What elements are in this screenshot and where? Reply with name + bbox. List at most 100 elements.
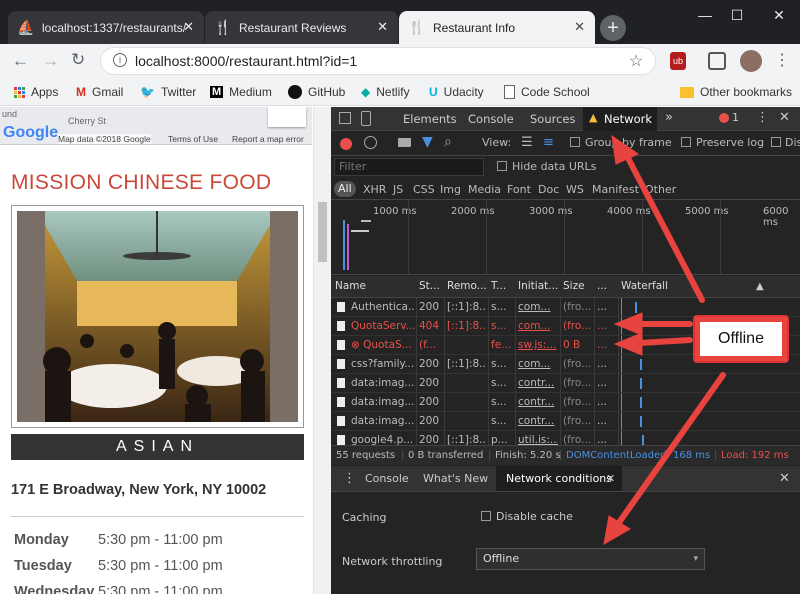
filter-xhr[interactable]: XHR xyxy=(363,183,386,196)
devtools-menu-icon[interactable]: ⋮ xyxy=(756,110,769,125)
column-waterfall[interactable]: Waterfall xyxy=(621,276,668,297)
bookmark-medium[interactable]: M Medium xyxy=(210,82,272,102)
request-initiator[interactable]: contr... xyxy=(518,374,558,392)
column-name[interactable]: Name xyxy=(335,276,366,297)
table-row[interactable]: data:imag... 200 s... contr... (fro...... xyxy=(331,412,800,431)
new-tab-button[interactable]: + xyxy=(600,15,626,41)
tab-sources[interactable]: Sources xyxy=(524,107,582,131)
filter-ws[interactable]: WS xyxy=(566,183,584,196)
other-bookmarks[interactable]: Other bookmarks xyxy=(680,82,792,102)
filter-all[interactable]: All xyxy=(334,181,356,197)
menu-icon[interactable]: ⋮ xyxy=(774,50,790,70)
close-icon[interactable]: ✕ xyxy=(377,19,388,35)
more-tabs-icon[interactable]: » xyxy=(665,110,673,125)
waterfall-view-icon[interactable]: ≡ xyxy=(543,135,554,150)
extension-icon[interactable] xyxy=(708,52,726,70)
filter-media[interactable]: Media xyxy=(468,183,501,196)
drawer-tab-whats-new[interactable]: What's New xyxy=(423,466,488,491)
filter-js[interactable]: JS xyxy=(393,183,403,196)
map-terms-link[interactable]: Terms of Use xyxy=(168,134,218,144)
search-icon[interactable]: ⌕ xyxy=(444,134,452,150)
tab-elements[interactable]: Elements xyxy=(397,107,463,131)
star-icon[interactable]: ☆ xyxy=(629,51,643,71)
close-icon[interactable]: ✕ xyxy=(183,19,194,35)
reload-icon[interactable]: ↻ xyxy=(71,50,85,70)
bookmark-udacity[interactable]: U Udacity xyxy=(429,82,484,102)
camera-icon[interactable] xyxy=(398,138,411,147)
request-initiator[interactable]: com... xyxy=(518,317,558,335)
request-initiator[interactable]: sw.js:... xyxy=(518,336,558,354)
tab-network[interactable]: ▲ Network xyxy=(583,107,657,131)
table-row[interactable]: data:imag... 200 s... contr... (fro...... xyxy=(331,393,800,412)
bookmark-code-school[interactable]: Code School xyxy=(504,82,590,102)
close-icon[interactable]: ✕ xyxy=(779,110,790,125)
bookmark-apps[interactable]: Apps xyxy=(14,82,58,102)
filter-manifest[interactable]: Manifest xyxy=(592,183,639,196)
drawer-tab-console[interactable]: Console xyxy=(365,466,409,491)
bookmark-github[interactable]: GitHub xyxy=(288,82,345,102)
timeline-tick: 6000 ms xyxy=(763,206,789,228)
forward-icon[interactable]: → xyxy=(42,51,59,71)
map[interactable]: und Cherry St Google Map data ©2018 Goog… xyxy=(0,107,312,145)
back-icon[interactable]: ← xyxy=(12,51,29,71)
error-icon[interactable] xyxy=(719,113,729,123)
address-bar[interactable]: i localhost:8000/restaurant.html?id=1 ☆ xyxy=(100,47,656,75)
column-type[interactable]: T... xyxy=(491,276,506,297)
filter-img[interactable]: Img xyxy=(440,183,461,196)
bookmark-twitter[interactable]: 🐦 Twitter xyxy=(140,82,196,102)
maximize-button[interactable]: ☐ xyxy=(722,4,752,26)
column-more[interactable]: ... xyxy=(597,276,607,297)
device-toolbar-icon[interactable] xyxy=(361,111,371,126)
info-icon[interactable]: i xyxy=(113,53,127,67)
filter-icon[interactable]: ▼ xyxy=(422,134,433,150)
request-initiator[interactable]: util.is:... xyxy=(518,431,558,445)
disable-cache-checkbox[interactable] xyxy=(771,137,781,147)
map-report-link[interactable]: Report a map error xyxy=(232,134,304,144)
filter-css[interactable]: CSS xyxy=(413,183,435,196)
map-zoom-control[interactable] xyxy=(268,107,306,127)
tab-restaurant-info[interactable]: 🍴 Restaurant Info ✕ xyxy=(399,11,595,44)
close-icon[interactable]: ✕ xyxy=(606,466,615,491)
request-initiator[interactable]: com... xyxy=(518,298,558,316)
tab-restaurants[interactable]: ⛵ localhost:1337/restaurants/ ✕ xyxy=(8,11,204,44)
table-row[interactable]: data:imag... 200 s... contr... (fro...... xyxy=(331,374,800,393)
close-window-button[interactable]: ✕ xyxy=(764,4,794,26)
list-view-icon[interactable]: ☰ xyxy=(521,135,533,150)
bookmark-netlify[interactable]: ◆ Netlify xyxy=(361,82,410,102)
avatar[interactable] xyxy=(740,50,762,72)
inspect-icon[interactable] xyxy=(339,112,351,124)
minimize-button[interactable]: — xyxy=(690,4,720,26)
filter-font[interactable]: Font xyxy=(507,183,531,196)
record-icon[interactable] xyxy=(340,138,352,150)
scrollbar-thumb[interactable] xyxy=(318,202,327,262)
column-initiator[interactable]: Initiat... xyxy=(518,276,558,297)
drawer-tab-network-conditions[interactable]: Network conditions ✕ xyxy=(496,466,622,491)
filter-other[interactable]: Other xyxy=(645,183,676,196)
column-status[interactable]: St... xyxy=(419,276,440,297)
close-drawer-icon[interactable]: ✕ xyxy=(779,466,790,491)
column-remote[interactable]: Remo... xyxy=(447,276,487,297)
request-initiator[interactable]: com... xyxy=(518,355,558,373)
group-by-frame-checkbox[interactable] xyxy=(570,137,580,147)
disable-cache-checkbox[interactable] xyxy=(481,511,491,521)
throttling-select[interactable]: Offline ▾ xyxy=(476,548,705,570)
table-row[interactable]: google4.p... 200 [::1]:8... p... util.is:...… xyxy=(331,431,800,445)
filter-doc[interactable]: Doc xyxy=(538,183,559,196)
ublock-icon[interactable]: ub xyxy=(670,52,686,70)
column-size[interactable]: Size xyxy=(563,276,585,297)
preserve-log-checkbox[interactable] xyxy=(681,137,691,147)
timeline-overview[interactable]: 1000 ms 2000 ms 3000 ms 4000 ms 5000 ms … xyxy=(331,200,800,275)
page-scrollbar[interactable] xyxy=(313,107,331,594)
request-initiator[interactable]: contr... xyxy=(518,393,558,411)
tab-restaurant-reviews[interactable]: 🍴 Restaurant Reviews ✕ xyxy=(205,11,398,44)
hide-data-urls-checkbox[interactable] xyxy=(497,161,507,171)
clear-icon[interactable] xyxy=(364,136,377,149)
bookmark-gmail[interactable]: M Gmail xyxy=(76,82,123,102)
url-text[interactable]: localhost:8000/restaurant.html?id=1 xyxy=(135,53,357,69)
request-initiator[interactable]: contr... xyxy=(518,412,558,430)
tab-console[interactable]: Console xyxy=(462,107,520,131)
close-icon[interactable]: ✕ xyxy=(574,19,585,35)
sort-up-icon[interactable]: ▲ xyxy=(756,276,764,297)
filter-input[interactable]: Filter xyxy=(334,158,484,176)
drawer-menu-icon[interactable]: ⋮ xyxy=(343,466,356,491)
